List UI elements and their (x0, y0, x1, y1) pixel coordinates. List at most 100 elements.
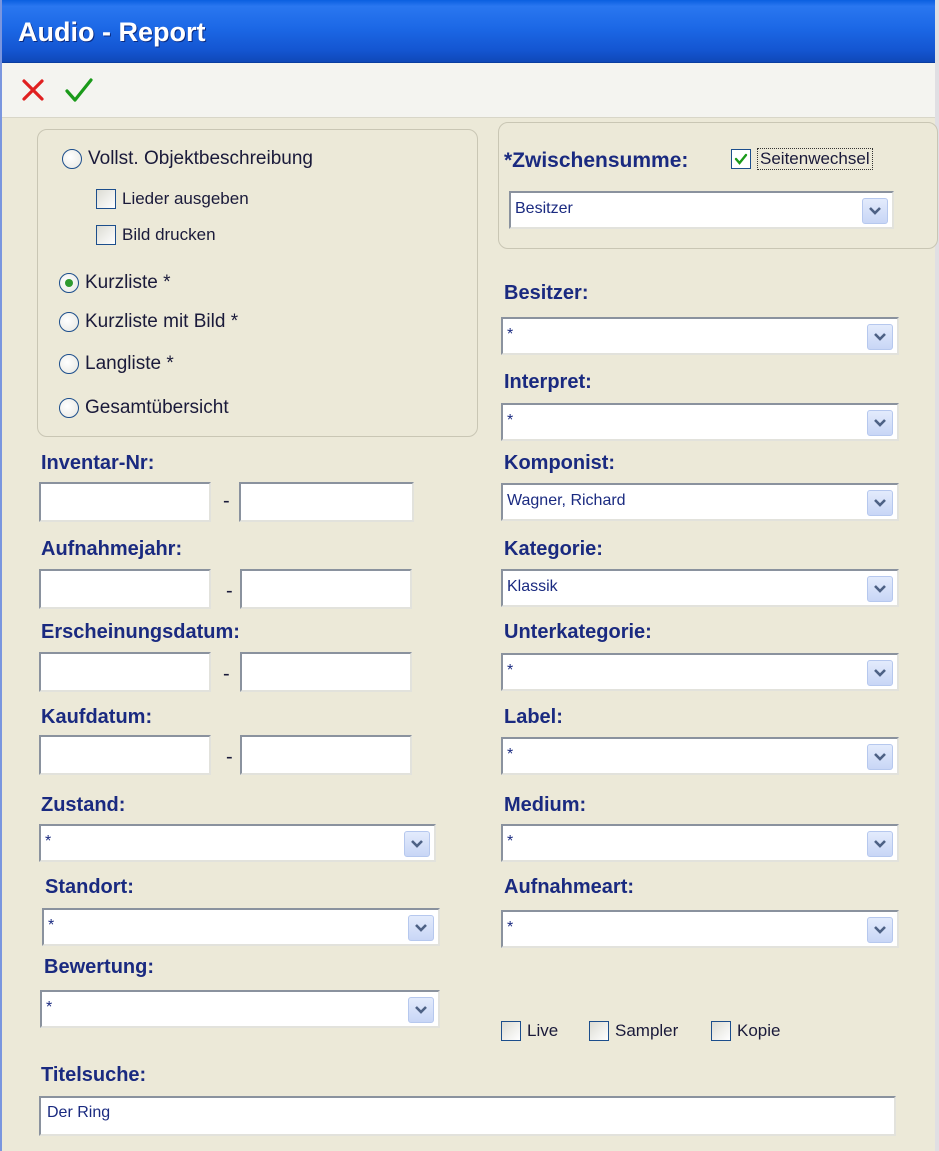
chevron-down-icon[interactable] (867, 917, 893, 943)
composer-label: Komponist: (504, 452, 616, 474)
checkbox-copy[interactable]: Kopie (711, 1021, 780, 1041)
location-label: Standort: (45, 876, 134, 898)
chevron-down-icon[interactable] (408, 997, 434, 1023)
chevron-down-icon[interactable] (867, 490, 893, 516)
radio-overview[interactable]: Gesamtübersicht (59, 397, 229, 419)
purchase-date-to-input[interactable] (240, 735, 412, 775)
radio-overview-label: Gesamtübersicht (85, 397, 229, 418)
condition-dropdown[interactable]: * (39, 824, 436, 862)
toolbar (2, 63, 935, 118)
record-label-dropdown[interactable]: * (501, 737, 899, 775)
chevron-down-icon[interactable] (867, 410, 893, 436)
checkbox-box (589, 1021, 609, 1041)
recording-year-from-input[interactable] (39, 569, 211, 609)
checkbox-box-checked (731, 149, 751, 169)
checkbox-box (96, 189, 116, 209)
radio-short-list[interactable]: Kurzliste * (59, 272, 171, 294)
release-date-to-input[interactable] (240, 652, 412, 692)
range-separator: - (226, 580, 233, 602)
recording-type-dropdown[interactable]: * (501, 910, 899, 948)
condition-dropdown-value: * (45, 833, 52, 850)
rating-dropdown-value: * (46, 999, 53, 1016)
location-dropdown-value: * (48, 917, 55, 934)
report-form: Vollst. Objektbeschreibung Lieder ausgeb… (4, 118, 938, 1151)
radio-full-description[interactable]: Vollst. Objektbeschreibung (62, 148, 313, 170)
recording-type-dropdown-value: * (507, 919, 514, 936)
performer-dropdown[interactable]: * (501, 403, 899, 441)
range-separator: - (226, 746, 233, 768)
chevron-down-icon[interactable] (404, 831, 430, 857)
owner-label: Besitzer: (504, 282, 589, 304)
recording-type-label: Aufnahmeart: (504, 876, 635, 898)
cancel-button[interactable] (16, 73, 50, 107)
chevron-down-icon[interactable] (867, 831, 893, 857)
ok-button[interactable] (62, 73, 96, 107)
checkbox-copy-label: Kopie (737, 1021, 781, 1040)
inventory-from-input[interactable] (39, 482, 211, 522)
window-title: Audio - Report (18, 17, 206, 47)
chevron-down-icon[interactable] (862, 198, 888, 224)
subtotal-label: *Zwischensumme: (504, 149, 689, 172)
radio-long-list-label: Langliste * (85, 353, 174, 374)
report-window: Audio - Report Vollst. Objektbeschreibun… (0, 0, 939, 1151)
checkbox-songs-label: Lieder ausgeben (122, 189, 249, 208)
checkbox-picture[interactable]: Bild drucken (96, 225, 216, 245)
owner-dropdown[interactable]: * (501, 317, 899, 355)
chevron-down-icon[interactable] (867, 576, 893, 602)
inventory-label: Inventar-Nr: (41, 452, 155, 474)
radio-short-list-picture[interactable]: Kurzliste mit Bild * (59, 311, 238, 333)
category-dropdown-value: Klassik (507, 578, 558, 595)
radio-short-list-picture-label: Kurzliste mit Bild * (85, 311, 239, 332)
radio-short-list-label: Kurzliste * (85, 272, 171, 293)
title-search-input[interactable]: Der Ring (39, 1096, 896, 1136)
chevron-down-icon[interactable] (867, 324, 893, 350)
checkbox-box (96, 225, 116, 245)
range-separator: - (223, 663, 230, 685)
radio-full-description-label: Vollst. Objektbeschreibung (88, 148, 313, 169)
purchase-date-from-input[interactable] (39, 735, 211, 775)
condition-label: Zustand: (41, 794, 126, 816)
category-dropdown[interactable]: Klassik (501, 569, 899, 607)
radio-circle-selected (59, 273, 79, 293)
performer-label: Interpret: (504, 371, 592, 393)
radio-circle (59, 354, 79, 374)
radio-long-list[interactable]: Langliste * (59, 353, 174, 375)
checkbox-picture-label: Bild drucken (122, 225, 216, 244)
medium-dropdown[interactable]: * (501, 824, 899, 862)
chevron-down-icon[interactable] (867, 744, 893, 770)
inventory-to-input[interactable] (239, 482, 414, 522)
subcategory-label: Unterkategorie: (504, 621, 652, 643)
rating-label: Bewertung: (44, 956, 154, 978)
subcategory-dropdown[interactable]: * (501, 653, 899, 691)
chevron-down-icon[interactable] (408, 915, 434, 941)
location-dropdown[interactable]: * (42, 908, 440, 946)
composer-dropdown-value: Wagner, Richard (507, 492, 626, 509)
release-date-from-input[interactable] (39, 652, 211, 692)
checkbox-box (711, 1021, 731, 1041)
radio-circle (62, 149, 82, 169)
recording-year-to-input[interactable] (240, 569, 412, 609)
subcategory-dropdown-value: * (507, 662, 514, 679)
check-icon (734, 153, 748, 165)
purchase-date-label: Kaufdatum: (41, 706, 153, 728)
checkbox-sampler[interactable]: Sampler (589, 1021, 678, 1041)
record-label-label: Label: (504, 706, 563, 728)
subtotal-dropdown[interactable]: Besitzer (509, 191, 894, 229)
recording-year-label: Aufnahmejahr: (41, 538, 183, 560)
checkbox-pagebreak[interactable]: Seitenwechsel (731, 148, 873, 170)
subtotal-group (498, 122, 938, 249)
category-label: Kategorie: (504, 538, 603, 560)
performer-dropdown-value: * (507, 412, 514, 429)
medium-dropdown-value: * (507, 833, 514, 850)
chevron-down-icon[interactable] (867, 660, 893, 686)
radio-circle (59, 312, 79, 332)
subtotal-dropdown-value: Besitzer (515, 200, 573, 217)
title-bar[interactable]: Audio - Report (2, 0, 935, 63)
checkbox-pagebreak-label: Seitenwechsel (757, 148, 873, 170)
composer-dropdown[interactable]: Wagner, Richard (501, 483, 899, 521)
checkbox-live-label: Live (527, 1021, 559, 1040)
checkbox-sampler-label: Sampler (615, 1021, 679, 1040)
checkbox-live[interactable]: Live (501, 1021, 558, 1041)
checkbox-songs[interactable]: Lieder ausgeben (96, 189, 249, 209)
rating-dropdown[interactable]: * (40, 990, 440, 1028)
